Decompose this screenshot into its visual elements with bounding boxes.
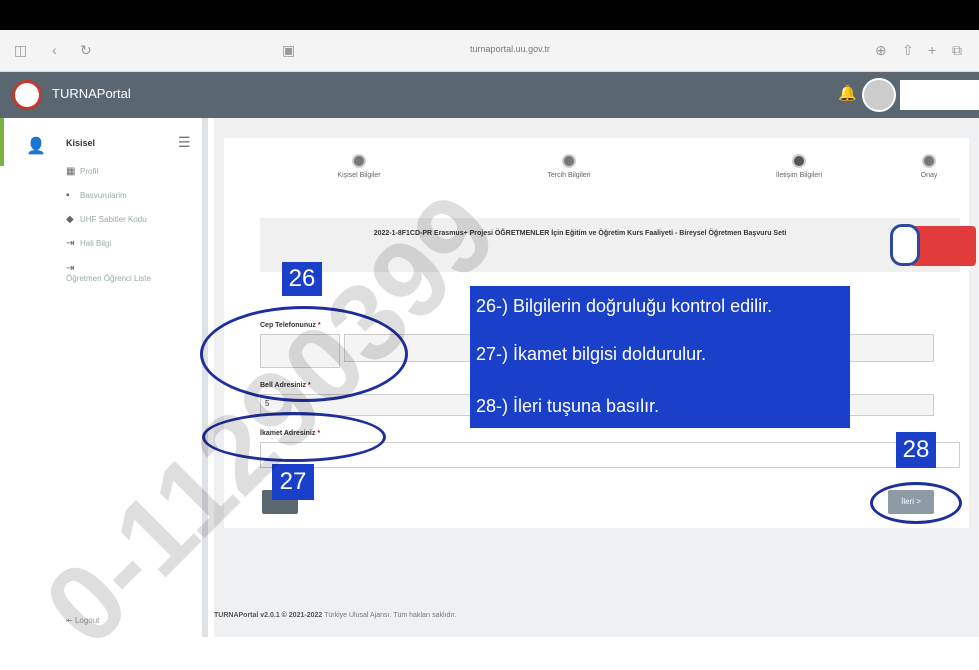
step-kisisel[interactable]: Kişisel Bilgiler: [314, 154, 404, 179]
avatar[interactable]: [862, 78, 896, 112]
app-brand: TURNAPortal: [52, 86, 131, 101]
instruction-28: 28-) İleri tuşuna basılır.: [476, 396, 660, 416]
share-icon[interactable]: ⇧: [902, 42, 914, 59]
hamburger-menu-icon[interactable]: ☰: [178, 134, 191, 151]
address-bar[interactable]: turnaportal.uu.gov.tr: [420, 44, 600, 54]
sidebar-item-uhf[interactable]: ◆ UHF Sabitler Kodu: [66, 214, 147, 225]
sidebar-accent: [0, 118, 4, 166]
step-dot-icon: [922, 154, 936, 168]
top-black-bar: [0, 0, 979, 30]
step-dot-icon: [352, 154, 366, 168]
turna-logo-icon: [12, 80, 42, 110]
user-name-box[interactable]: [900, 80, 979, 110]
tag-icon: ◆: [66, 214, 74, 225]
browser-toolbar: ◫ ‹ ↻ ▣ turnaportal.uu.gov.tr ⊕ ⇧ + ⧉: [0, 30, 979, 72]
sidebar-item-profil[interactable]: ▦ Profil: [66, 166, 98, 177]
new-tab-icon[interactable]: +: [928, 42, 936, 58]
highlight-ellipse-28: [870, 482, 962, 524]
login-icon: ⇥: [66, 263, 75, 274]
step-dot-icon: [792, 154, 806, 168]
instruction-26: 26-) Bilgilerin doğruluğu kontrol edilir…: [476, 296, 773, 316]
reload-icon[interactable]: ↻: [80, 42, 92, 59]
turna-banner-logo: [890, 224, 920, 266]
app-header: TURNAPortal 🔔: [0, 72, 979, 118]
download-icon[interactable]: ⊕: [875, 42, 887, 59]
sidebar-toggle-icon[interactable]: ◫: [14, 42, 27, 59]
step-onay[interactable]: Onay: [884, 154, 974, 179]
sidebar-title: Kisisel: [66, 138, 96, 148]
back-arrow-icon[interactable]: ‹: [52, 42, 57, 58]
tabs-icon[interactable]: ⧉: [952, 42, 962, 59]
login-icon: ⇥: [66, 238, 75, 249]
person-icon: 👤: [26, 138, 46, 155]
step-badge-28: 28: [896, 432, 936, 468]
footer: TURNAPortal v2.0.1 © 2021-2022 Türkiye U…: [214, 612, 457, 619]
instruction-callout: 26-) Bilgilerin doğruluğu kontrol edilir…: [470, 286, 850, 428]
tab-icon[interactable]: ▣: [282, 42, 295, 59]
sidebar-item-hali[interactable]: ⇥ Hali Bilgi: [66, 238, 111, 249]
step-tercih[interactable]: Tercih Bilgileri: [524, 154, 614, 179]
trash-icon: ▪: [66, 190, 70, 201]
bell-icon[interactable]: 🔔: [838, 84, 857, 102]
sidebar-item-basvurularim[interactable]: ▪ Basvurularim: [66, 190, 127, 201]
step-dot-icon: [562, 154, 576, 168]
sidebar-item-ogretmen[interactable]: ⇥ Öğretmen Öğrenci Liste: [66, 264, 176, 284]
table-icon: ▦: [66, 166, 76, 177]
step-iletisim[interactable]: İletişim Bilgileri: [754, 154, 844, 179]
instruction-27: 27-) İkamet bilgisi doldurulur.: [476, 344, 707, 364]
